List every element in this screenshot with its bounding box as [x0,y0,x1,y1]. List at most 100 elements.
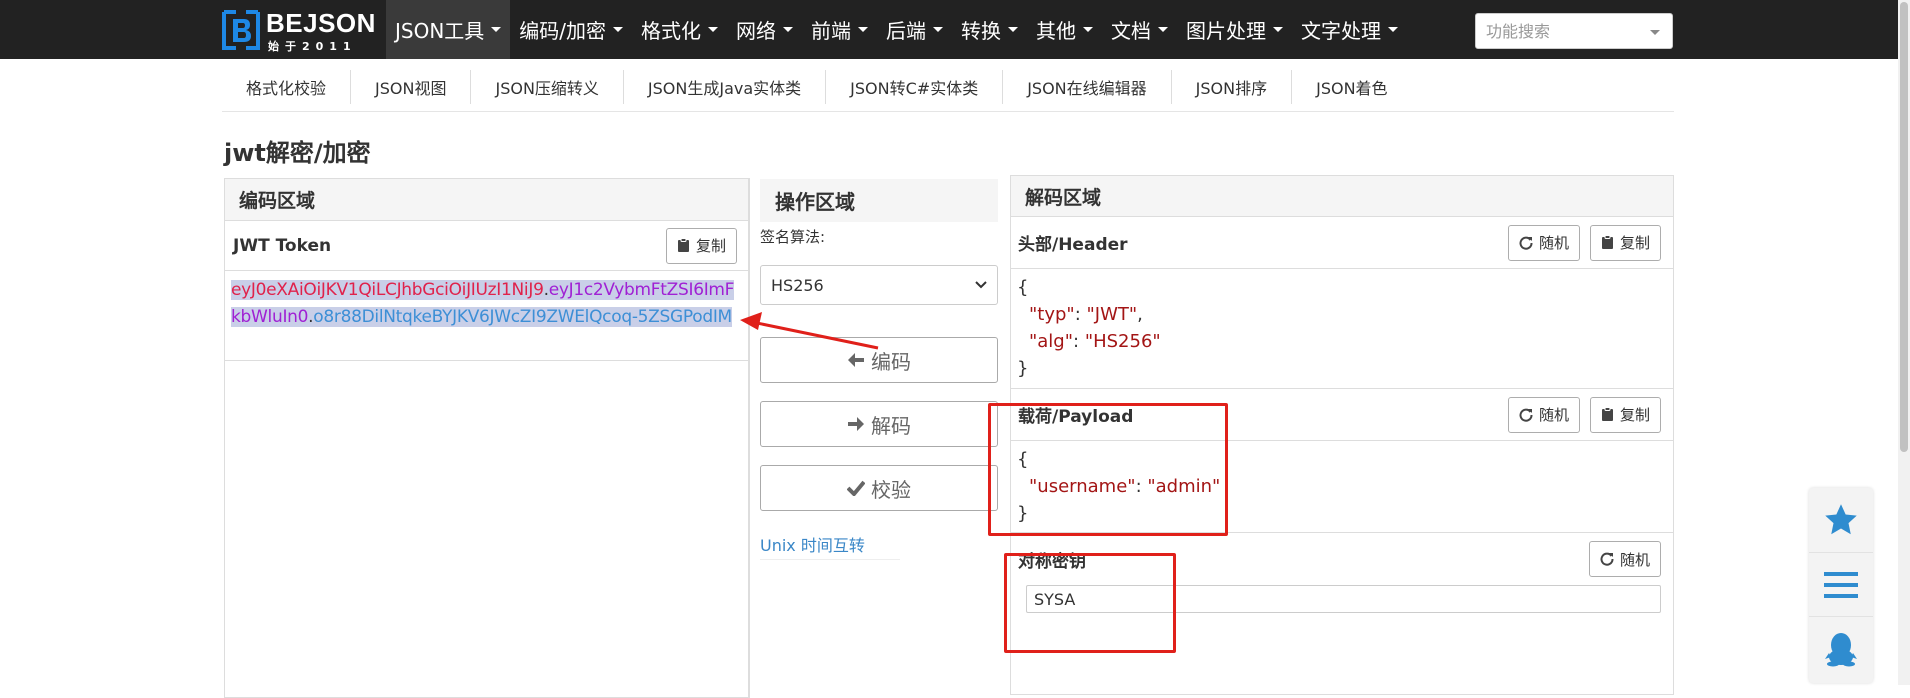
json-line: "typ": "JWT", [1017,301,1667,328]
copy-payload-button[interactable]: 复制 [1589,396,1661,433]
json-brace: { [1017,277,1029,298]
subnav-json-view[interactable]: JSON视图 [351,70,472,104]
decode-button[interactable]: 解码 [760,401,998,447]
checkmark-icon [847,480,865,496]
refresh-icon [1519,408,1533,422]
main-menu: JSON工具 编码/加密 格式化 网络 前端 后端 转换 其他 文档 图片处理 … [386,0,1407,59]
function-search[interactable] [1475,13,1673,49]
caret-down-icon [1273,27,1284,32]
subnav-json-java[interactable]: JSON生成Java实体类 [624,70,827,104]
chevron-down-icon[interactable] [1650,30,1660,35]
refresh-icon [1519,236,1533,250]
menu-frontend[interactable]: 前端 [802,0,877,59]
menu-encode-encrypt[interactable]: 编码/加密 [510,0,632,59]
random-label: 随机 [1538,406,1569,424]
caret-down-icon [1158,27,1169,32]
top-navbar: BEJSON 始于2011 JSON工具 编码/加密 格式化 网络 前端 后端 … [0,0,1910,59]
jwt-token-text: eyJ0eXAiOiJKV1QiLCJhbGciOiJIUzI1NiJ9.eyJ… [231,277,742,331]
random-header-button[interactable]: 随机 [1507,224,1580,261]
json-sep: : [1074,304,1087,325]
subnav-json-color[interactable]: JSON着色 [1292,70,1411,104]
logo-name: BEJSON [266,8,376,38]
bejson-logo-icon [222,10,260,50]
qq-button[interactable] [1809,616,1873,680]
jwt-token-textarea[interactable]: eyJ0eXAiOiJKV1QiLCJhbGciOiJIUzI1NiJ9.eyJ… [225,271,748,361]
operation-panel-title: 操作区域 [760,179,998,222]
menu-text-processing[interactable]: 文字处理 [1292,0,1407,59]
search-input[interactable] [1476,14,1636,48]
copy-label: 复制 [1619,234,1650,252]
menu-label: 文档 [1111,19,1152,43]
menu-docs[interactable]: 文档 [1102,0,1177,59]
menu-label: 网络 [736,19,777,43]
header-section-buttons: 随机 复制 [1507,224,1661,261]
menu-label: 其他 [1036,19,1077,43]
decode-label: 解码 [871,413,911,438]
clipboard-icon [677,238,689,252]
menu-network[interactable]: 网络 [727,0,802,59]
random-secret-button[interactable]: 随机 [1588,541,1661,577]
menu-button[interactable] [1809,552,1873,616]
decode-panel-title: 解码区域 [1011,176,1673,217]
caret-down-icon [491,27,502,32]
random-payload-button[interactable]: 随机 [1507,396,1580,433]
arrow-right-icon [848,417,864,431]
verify-button[interactable]: 校验 [760,465,998,511]
arrow-left-icon [848,353,864,367]
menu-format[interactable]: 格式化 [632,0,727,59]
token-dot: . [543,280,549,300]
jwt-token-label: JWT Token [233,235,332,256]
verify-label: 校验 [871,477,911,502]
json-brace: } [1017,358,1029,379]
header-section-title: 头部/Header [1018,235,1128,255]
bejson-logo[interactable]: BEJSON 始于2011 [222,8,377,53]
menu-json-tools[interactable]: JSON工具 [386,0,511,59]
header-section-head: 头部/Header 随机 复制 [1011,217,1673,269]
page-title: jwt解密/加密 [224,139,371,167]
caret-down-icon [933,27,944,32]
random-label: 随机 [1619,550,1650,569]
unix-time-link[interactable]: Unix 时间互转 [760,532,900,560]
subnav-json-csharp[interactable]: JSON转C#实体类 [826,70,1004,104]
page-scrollbar[interactable] [1898,0,1910,685]
menu-label: 文字处理 [1301,19,1382,43]
random-label: 随机 [1538,234,1569,252]
menu-convert[interactable]: 转换 [952,0,1027,59]
menu-other[interactable]: 其他 [1027,0,1102,59]
json-value: "JWT" [1086,304,1138,325]
annotation-box-payload [988,403,1228,536]
menu-label: 后端 [886,19,927,43]
scrollbar-thumb[interactable] [1900,2,1908,452]
menu-image-processing[interactable]: 图片处理 [1177,0,1292,59]
copy-token-button[interactable]: 复制 [665,227,737,264]
sub-nav: 格式化校验 JSON视图 JSON压缩转义 JSON生成Java实体类 JSON… [222,70,1674,112]
subnav-json-editor[interactable]: JSON在线编辑器 [1003,70,1172,104]
header-json-editor[interactable]: { "typ": "JWT", "alg": "HS256" } [1011,269,1673,389]
clipboard-icon [1601,235,1613,249]
algorithm-value: HS256 [771,275,824,295]
annotation-box-secret [1004,553,1176,653]
chevron-down-icon [975,281,987,289]
encode-panel-title: 编码区域 [225,179,748,221]
subnav-format-validate[interactable]: 格式化校验 [222,70,352,104]
encode-label: 编码 [871,349,911,374]
menu-label: 编码/加密 [519,19,607,43]
copy-header-button[interactable]: 复制 [1589,224,1661,261]
subnav-json-sort[interactable]: JSON排序 [1172,70,1293,104]
caret-down-icon [708,27,719,32]
menu-backend[interactable]: 后端 [877,0,952,59]
refresh-icon [1600,552,1614,566]
token-header-row: JWT Token 复制 [225,221,748,271]
token-signature-segment: o8r88DilNtqkeBYJKV6JWcZI9ZWElQcoq-5ZSGPo… [313,307,732,327]
subnav-json-compress[interactable]: JSON压缩转义 [471,70,624,104]
algorithm-select[interactable]: HS256 [760,265,998,305]
favorite-button[interactable] [1809,488,1873,552]
encode-button[interactable]: 编码 [760,337,998,383]
menu-label: 格式化 [641,19,702,43]
menu-label: JSON工具 [395,19,485,43]
clipboard-icon [1601,407,1613,421]
caret-down-icon [1083,27,1094,32]
json-sep: : [1073,331,1085,352]
json-value: "HS256" [1084,331,1161,352]
qq-penguin-icon [1825,632,1857,666]
